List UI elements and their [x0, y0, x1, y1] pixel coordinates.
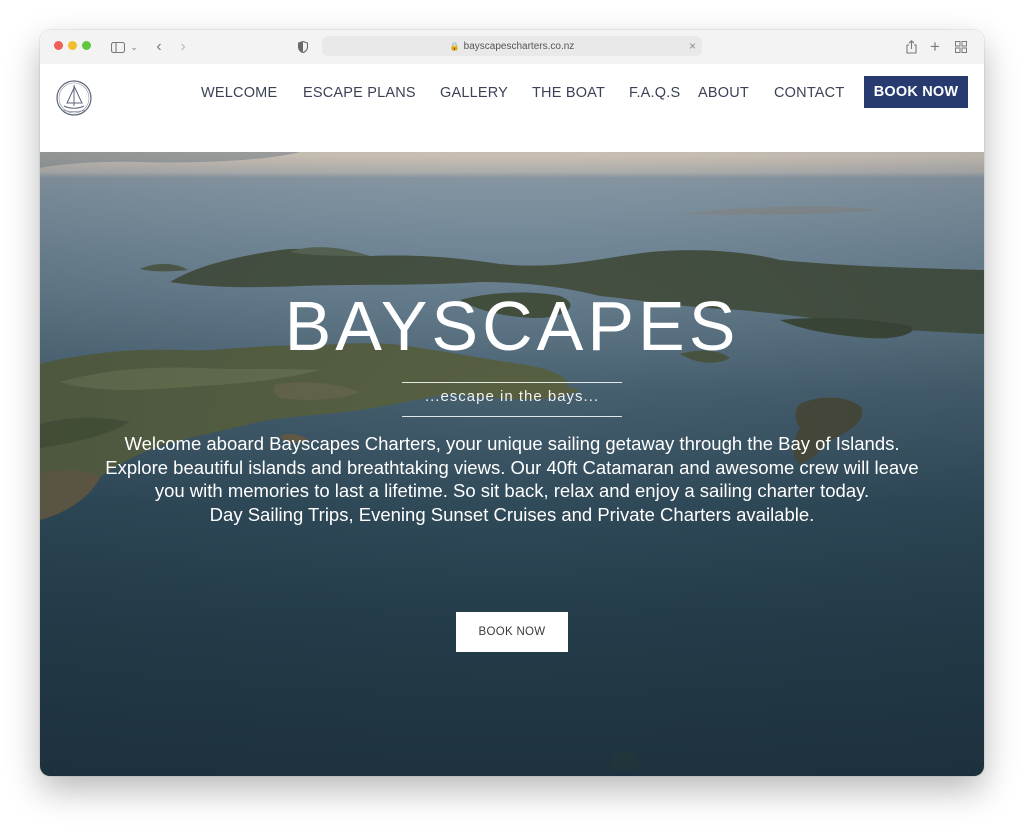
- browser-toolbar: ⌄ ‹ › 🔒 bayscapescharters.co.nz × +: [40, 30, 984, 65]
- hero-title: BAYSCAPES: [284, 287, 740, 365]
- site-header: WELCOME ESCAPE PLANS GALLERY THE BOAT F.…: [40, 64, 984, 152]
- intro-paragraph: Welcome aboard Bayscapes Charters, your …: [124, 433, 900, 454]
- lock-icon: 🔒: [449, 41, 460, 51]
- nav-link-faqs[interactable]: F.A.Q.S: [629, 82, 680, 104]
- nav-link-contact[interactable]: CONTACT: [774, 82, 844, 104]
- hero-tagline: ...escape in the bays...: [424, 388, 600, 405]
- back-arrow-icon[interactable]: ‹: [152, 37, 166, 57]
- forward-arrow-icon[interactable]: ›: [176, 37, 190, 57]
- address-bar[interactable]: 🔒 bayscapescharters.co.nz ×: [322, 36, 702, 56]
- close-window-button[interactable]: [54, 41, 63, 50]
- hero-section: BAYSCAPES ...escape in the bays... Welco…: [40, 64, 984, 776]
- tab-overview-icon[interactable]: [954, 37, 968, 57]
- tagline-rule-top: [402, 382, 622, 383]
- header-book-now-button[interactable]: BOOK NOW: [864, 76, 968, 108]
- hero-book-now-button[interactable]: BOOK NOW: [456, 612, 568, 652]
- chevron-down-icon[interactable]: ⌄: [129, 37, 139, 57]
- nav-link-welcome[interactable]: WELCOME: [201, 82, 277, 104]
- nav-link-escape-plans[interactable]: ESCAPE PLANS: [303, 82, 416, 104]
- privacy-shield-icon[interactable]: [296, 37, 310, 57]
- hero-intro-text: Welcome aboard Bayscapes Charters, your …: [100, 432, 924, 526]
- nav-link-gallery[interactable]: GALLERY: [440, 82, 508, 104]
- sidebar-icon[interactable]: [110, 37, 126, 57]
- bayscapes-logo[interactable]: [52, 70, 96, 120]
- browser-window: ⌄ ‹ › 🔒 bayscapescharters.co.nz × + BAYS…: [40, 30, 984, 776]
- minimize-window-button[interactable]: [68, 41, 77, 50]
- clear-url-icon[interactable]: ×: [689, 39, 696, 53]
- web-page: BAYSCAPES ...escape in the bays... Welco…: [40, 64, 984, 776]
- intro-paragraph: Day Sailing Trips, Evening Sunset Cruise…: [209, 503, 815, 525]
- nav-link-the-boat[interactable]: THE BOAT: [532, 82, 605, 104]
- intro-paragraph: Explore beautiful islands and breathtaki…: [105, 456, 919, 502]
- nav-link-about[interactable]: ABOUT: [698, 82, 749, 104]
- share-icon[interactable]: [904, 37, 918, 57]
- url-text: bayscapescharters.co.nz: [463, 40, 575, 52]
- hero-overlay: [40, 64, 984, 776]
- tagline-rule-bottom: [402, 416, 622, 417]
- new-tab-icon[interactable]: +: [928, 37, 942, 57]
- zoom-window-button[interactable]: [82, 41, 91, 50]
